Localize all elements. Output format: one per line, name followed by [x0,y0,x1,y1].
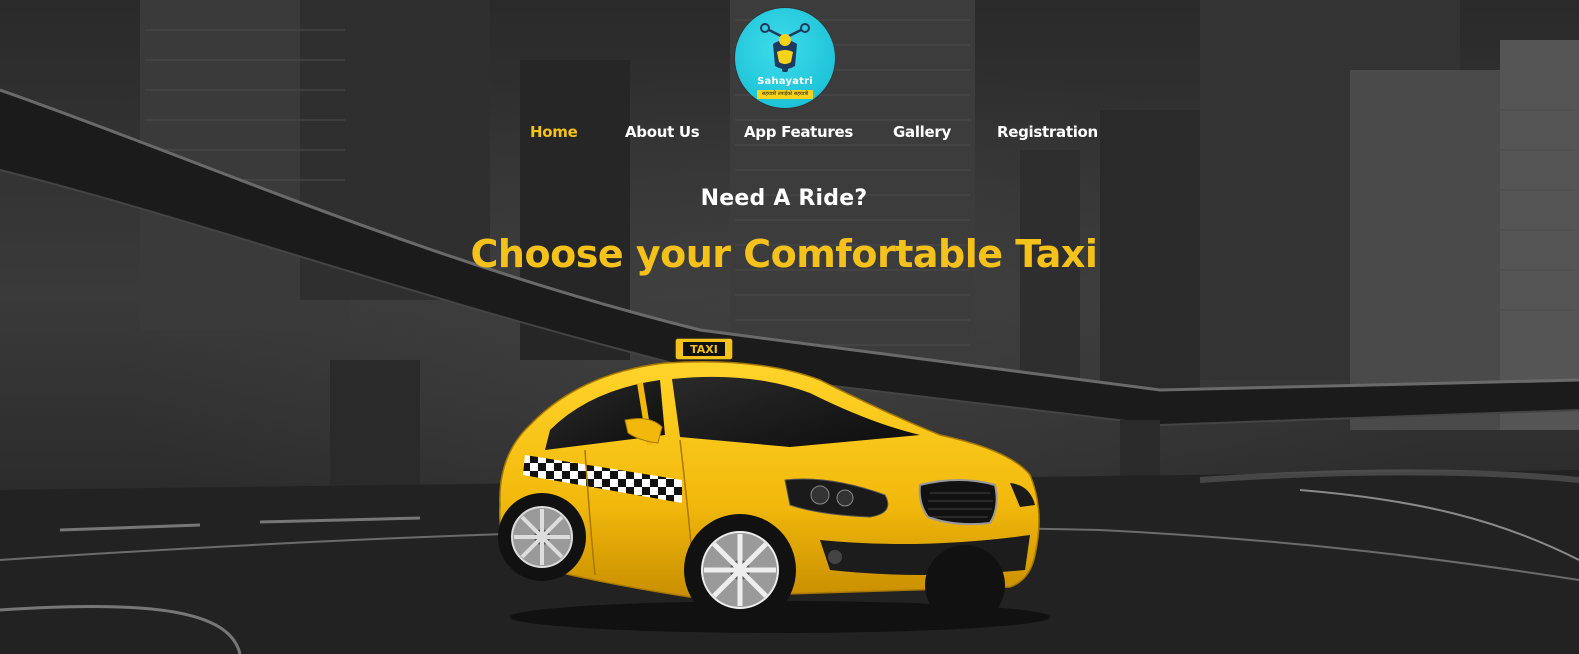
nav-about-us[interactable]: About Us [625,123,700,141]
sahayatri-logo[interactable]: Sahayatri सहयात्री तपाईको सहयात्री [735,8,835,108]
logo-tagline: सहयात्री तपाईको सहयात्री [757,90,813,99]
nav-registration[interactable]: Registration [997,123,1098,141]
nav-app-features[interactable]: App Features [744,123,853,141]
nav-home[interactable]: Home [530,123,578,141]
logo-name: Sahayatri [757,76,813,87]
hero-section: Sahayatri सहयात्री तपाईको सहयात्री Home … [0,0,1579,654]
hero-title: Choose your Comfortable Taxi [470,232,1098,276]
hero-subtitle: Need A Ride? [700,186,868,211]
nav-gallery[interactable]: Gallery [893,123,951,141]
taxi-car-image: TAXI [498,337,1050,633]
main-navigation: Home About Us App Features Gallery Regis… [0,123,1579,145]
taxi-roof-sign: TAXI [690,343,718,356]
